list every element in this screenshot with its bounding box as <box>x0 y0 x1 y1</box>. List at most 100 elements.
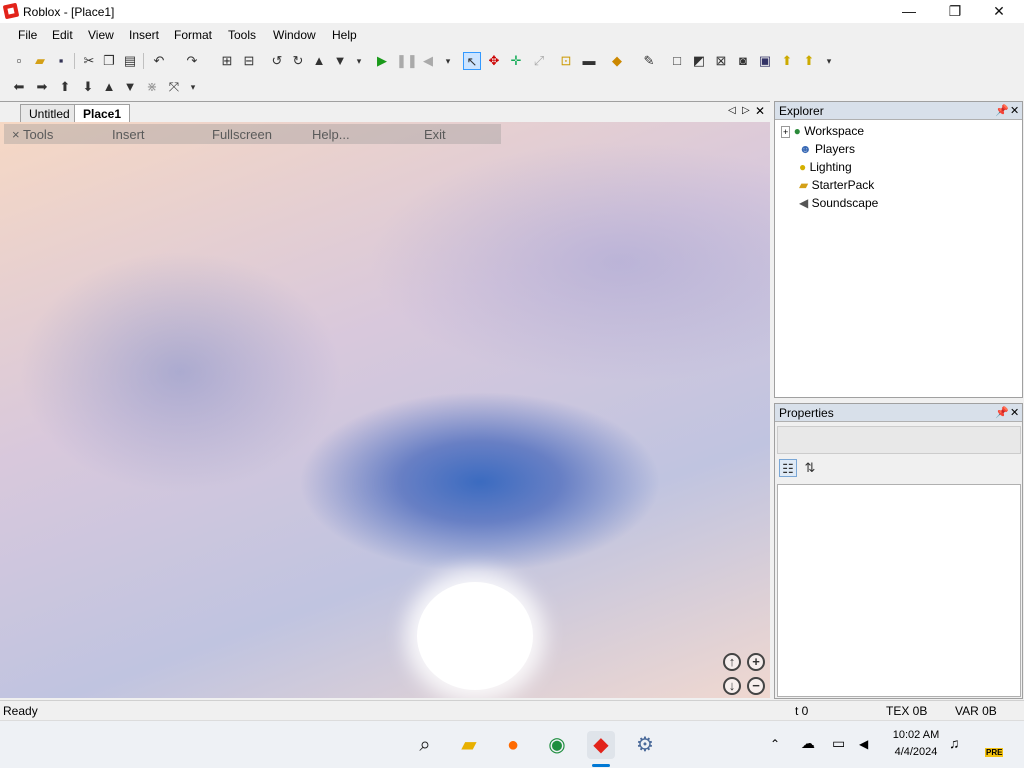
notification-bell-icon[interactable]: ♫ <box>949 735 960 751</box>
settings-gear-icon[interactable]: ⚙ <box>631 731 659 759</box>
preview-badge: PRE <box>985 748 1004 757</box>
search-icon[interactable]: ⌕ <box>411 731 439 759</box>
fullscreen-icon[interactable]: ⤧ <box>165 78 183 96</box>
pin-icon[interactable]: 📌 <box>995 104 1009 117</box>
explorer-item-lighting[interactable]: ● Lighting <box>799 160 852 178</box>
explorer-title: Explorer <box>779 104 824 118</box>
game-menu-exit[interactable]: Exit <box>424 127 446 142</box>
toolbar-overflow-icon[interactable]: ▾ <box>350 52 368 70</box>
categorized-view-icon[interactable]: ☷ <box>779 459 797 477</box>
menu-view[interactable]: View <box>84 28 118 42</box>
close-panel-icon[interactable]: ✕ <box>1010 406 1019 419</box>
copy-icon[interactable]: ❐ <box>100 52 118 70</box>
expand-icon[interactable]: + <box>781 126 791 138</box>
tab-scroll-left-icon[interactable]: ◁ <box>728 105 736 116</box>
clock-date[interactable]: 4/4/2024 <box>890 746 942 758</box>
surface-weld-icon[interactable]: ⊠ <box>712 52 730 70</box>
surface-glue-icon[interactable]: ◩ <box>690 52 708 70</box>
move-down-icon[interactable]: ▼ <box>331 52 349 70</box>
zoom-extents-icon[interactable]: ⋇ <box>143 78 161 96</box>
file-explorer-icon[interactable]: ▰ <box>455 731 483 759</box>
toolbar-overflow-icon[interactable]: ▾ <box>184 78 202 96</box>
game-menu-tools[interactable]: × Tools <box>12 127 53 142</box>
game-viewport[interactable]: × Tools Insert Fullscreen Help... Exit ↑… <box>0 122 770 698</box>
redo-icon[interactable]: ↷ <box>183 52 201 70</box>
pan-right-icon[interactable]: ➡ <box>33 78 51 96</box>
tab-place1[interactable]: Place1 <box>74 104 131 123</box>
play-icon[interactable]: ▶ <box>373 52 391 70</box>
camera-up-icon[interactable]: ↑ <box>723 653 741 671</box>
zoom-in-icon[interactable]: ▲ <box>100 78 118 96</box>
zoom-out-icon[interactable]: ▼ <box>121 78 139 96</box>
roblox-studio-taskbar-icon[interactable]: ◆ <box>587 731 615 759</box>
menu-help[interactable]: Help <box>328 28 361 42</box>
toolbar-overflow-icon[interactable]: ▾ <box>439 52 457 70</box>
tab-untitled[interactable]: Untitled <box>20 104 79 123</box>
game-menu-insert[interactable]: Insert <box>112 127 145 142</box>
anchor-icon[interactable]: ▬ <box>580 52 598 70</box>
clock-time[interactable]: 10:02 AM <box>890 729 942 741</box>
explorer-item-soundscape[interactable]: ◀ Soundscape <box>799 196 878 214</box>
menu-file[interactable]: File <box>14 28 41 42</box>
toolbar-camera: ⬅ ➡ ⬆ ⬇ ▲ ▼ ⋇ ⤧ ▾ <box>0 75 210 99</box>
menu-window[interactable]: Window <box>269 28 320 42</box>
surface-smooth-icon[interactable]: □ <box>668 52 686 70</box>
menu-format[interactable]: Format <box>170 28 216 42</box>
explorer-item-workspace[interactable]: + ● Workspace <box>781 124 864 142</box>
chrome-icon[interactable]: ◉ <box>543 731 571 759</box>
menu-tools[interactable]: Tools <box>224 28 260 42</box>
surface-studs-icon[interactable]: ◙ <box>734 52 752 70</box>
explorer-item-starterpack[interactable]: ▰ StarterPack <box>799 178 874 196</box>
group-icon[interactable]: ⊞ <box>218 52 236 70</box>
camera-zoom-out-icon[interactable]: − <box>747 677 765 695</box>
dropper-icon[interactable]: ✎ <box>640 52 658 70</box>
properties-grid[interactable] <box>777 484 1021 697</box>
new-file-icon[interactable]: ▫ <box>10 52 28 70</box>
move-up-icon[interactable]: ▲ <box>310 52 328 70</box>
select-cursor-icon[interactable]: ↖ <box>463 52 481 70</box>
paint-bucket-icon[interactable]: ◆ <box>608 52 626 70</box>
maximize-button[interactable]: ❐ <box>932 0 978 23</box>
move-icon[interactable]: ✥ <box>485 52 503 70</box>
explorer-item-players[interactable]: ☻ Players <box>799 142 855 160</box>
menu-edit[interactable]: Edit <box>48 28 77 42</box>
lightbulb-icon: ● <box>799 160 807 174</box>
firefox-icon[interactable]: ● <box>499 731 527 759</box>
open-folder-icon[interactable]: ▰ <box>31 52 49 70</box>
menu-insert[interactable]: Insert <box>125 28 163 42</box>
network-icon[interactable]: ▭ <box>832 735 845 752</box>
sort-alphabetical-icon[interactable]: ⇅ <box>801 459 819 477</box>
surface-motor-icon[interactable]: ⬆ <box>800 52 818 70</box>
surface-hinge-icon[interactable]: ⬆ <box>778 52 796 70</box>
pin-icon[interactable]: 📌 <box>995 406 1009 419</box>
lock-icon[interactable]: ⊡ <box>557 52 575 70</box>
pause-icon[interactable]: ❚❚ <box>396 52 418 70</box>
rotate-icon[interactable]: ↺ <box>268 52 286 70</box>
camera-down-icon[interactable]: ↓ <box>723 677 741 695</box>
close-tab-icon[interactable]: ✕ <box>755 104 765 118</box>
minimize-button[interactable]: — <box>886 0 932 23</box>
close-button[interactable]: ✕ <box>976 0 1022 23</box>
onedrive-icon[interactable]: ☁ <box>801 735 815 752</box>
chevron-up-icon[interactable]: ⌃ <box>770 737 780 751</box>
camera-zoom-in-icon[interactable]: + <box>747 653 765 671</box>
cut-icon[interactable]: ✂ <box>80 52 98 70</box>
tilt-icon[interactable]: ↻ <box>289 52 307 70</box>
resize-icon[interactable]: ⤢ <box>530 52 548 70</box>
game-menu-fullscreen[interactable]: Fullscreen <box>212 127 272 142</box>
pan-left-icon[interactable]: ⬅ <box>10 78 28 96</box>
reset-icon[interactable]: ◀ <box>419 52 437 70</box>
game-menu-help[interactable]: Help... <box>312 127 350 142</box>
tilt-up-icon[interactable]: ⬆ <box>56 78 74 96</box>
undo-icon[interactable]: ↶ <box>150 52 168 70</box>
ungroup-icon[interactable]: ⊟ <box>240 52 258 70</box>
toolbar-overflow-icon[interactable]: ▾ <box>820 52 838 70</box>
volume-muted-icon[interactable]: ◀ <box>859 737 868 751</box>
drag-icon[interactable]: ✛ <box>507 52 525 70</box>
surface-inlet-icon[interactable]: ▣ <box>756 52 774 70</box>
tab-scroll-right-icon[interactable]: ▷ <box>742 105 750 116</box>
close-panel-icon[interactable]: ✕ <box>1010 104 1019 117</box>
tilt-down-icon[interactable]: ⬇ <box>79 78 97 96</box>
save-icon[interactable]: ▪ <box>52 52 70 70</box>
paste-icon[interactable]: ▤ <box>121 52 139 70</box>
